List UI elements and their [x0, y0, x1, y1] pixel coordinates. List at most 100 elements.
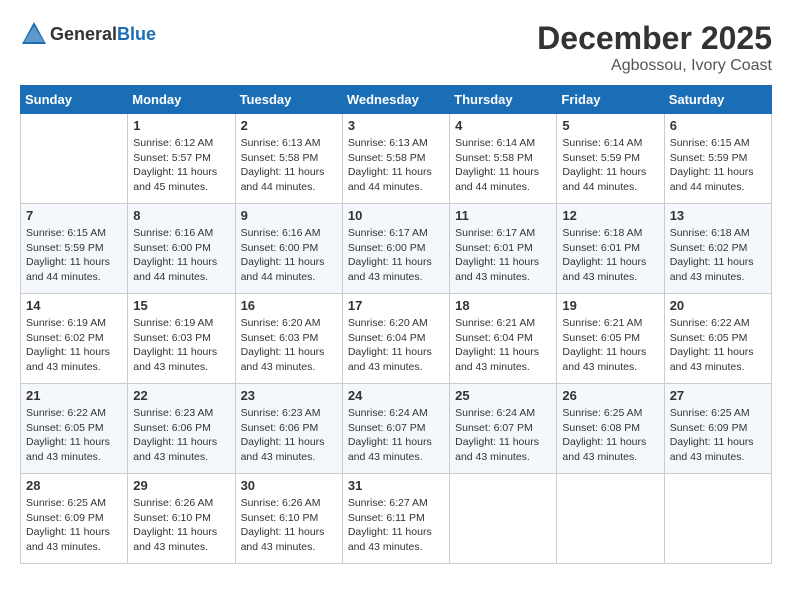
day-info: Sunrise: 6:14 AMSunset: 5:58 PMDaylight:… — [455, 136, 551, 195]
day-number: 5 — [562, 118, 658, 133]
calendar-cell: 25 Sunrise: 6:24 AMSunset: 6:07 PMDayligh… — [450, 384, 557, 474]
day-number: 16 — [241, 298, 337, 313]
calendar-header-friday: Friday — [557, 86, 664, 114]
calendar-cell: 27 Sunrise: 6:25 AMSunset: 6:09 PMDayligh… — [664, 384, 771, 474]
day-number: 20 — [670, 298, 766, 313]
day-number: 23 — [241, 388, 337, 403]
day-number: 29 — [133, 478, 229, 493]
calendar-cell — [21, 114, 128, 204]
calendar-cell — [664, 474, 771, 564]
day-number: 31 — [348, 478, 444, 493]
day-info: Sunrise: 6:18 AMSunset: 6:02 PMDaylight:… — [670, 226, 766, 285]
page-header: GeneralBlue December 2025 Agbossou, Ivor… — [20, 20, 772, 75]
calendar-week-1: 1 Sunrise: 6:12 AMSunset: 5:57 PMDaylight… — [21, 114, 772, 204]
day-number: 17 — [348, 298, 444, 313]
calendar-cell: 26Sunrise: 6:25 AMSunset: 6:08 PMDayligh… — [557, 384, 664, 474]
calendar-cell: 13 Sunrise: 6:18 AMSunset: 6:02 PMDayligh… — [664, 204, 771, 294]
day-info: Sunrise: 6:20 AMSunset: 6:03 PMDaylight:… — [241, 316, 337, 375]
day-number: 25 — [455, 388, 551, 403]
logo-general-text: General — [50, 24, 117, 44]
day-info: Sunrise: 6:14 AMSunset: 5:59 PMDaylight:… — [562, 136, 658, 195]
day-info: Sunrise: 6:22 AMSunset: 6:05 PMDaylight:… — [670, 316, 766, 375]
month-title: December 2025 — [537, 20, 772, 57]
day-info: Sunrise: 6:26 AMSunset: 6:10 PMDaylight:… — [241, 496, 337, 555]
calendar-cell: 24Sunrise: 6:24 AMSunset: 6:07 PMDayligh… — [342, 384, 449, 474]
calendar-cell: 17 Sunrise: 6:20 AMSunset: 6:04 PMDayligh… — [342, 294, 449, 384]
location-title: Agbossou, Ivory Coast — [537, 57, 772, 75]
day-info: Sunrise: 6:23 AMSunset: 6:06 PMDaylight:… — [133, 406, 229, 465]
day-number: 14 — [26, 298, 122, 313]
day-info: Sunrise: 6:26 AMSunset: 6:10 PMDaylight:… — [133, 496, 229, 555]
day-info: Sunrise: 6:21 AMSunset: 6:05 PMDaylight:… — [562, 316, 658, 375]
logo: GeneralBlue — [20, 20, 156, 48]
calendar-header-wednesday: Wednesday — [342, 86, 449, 114]
day-number: 7 — [26, 208, 122, 223]
day-info: Sunrise: 6:17 AMSunset: 6:00 PMDaylight:… — [348, 226, 444, 285]
day-number: 8 — [133, 208, 229, 223]
calendar-body: 1 Sunrise: 6:12 AMSunset: 5:57 PMDaylight… — [21, 114, 772, 564]
day-number: 22 — [133, 388, 229, 403]
day-number: 30 — [241, 478, 337, 493]
calendar-header-row: SundayMondayTuesdayWednesdayThursdayFrid… — [21, 86, 772, 114]
day-number: 3 — [348, 118, 444, 133]
day-number: 15 — [133, 298, 229, 313]
calendar-cell: 9Sunrise: 6:16 AMSunset: 6:00 PMDaylight… — [235, 204, 342, 294]
day-info: Sunrise: 6:21 AMSunset: 6:04 PMDaylight:… — [455, 316, 551, 375]
calendar-cell: 2 Sunrise: 6:13 AMSunset: 5:58 PMDaylight… — [235, 114, 342, 204]
day-info: Sunrise: 6:20 AMSunset: 6:04 PMDaylight:… — [348, 316, 444, 375]
calendar-cell: 7 Sunrise: 6:15 AMSunset: 5:59 PMDaylight… — [21, 204, 128, 294]
calendar-cell: 23 Sunrise: 6:23 AMSunset: 6:06 PMDayligh… — [235, 384, 342, 474]
day-number: 4 — [455, 118, 551, 133]
calendar-header-tuesday: Tuesday — [235, 86, 342, 114]
logo-blue-text: Blue — [117, 24, 156, 44]
day-info: Sunrise: 6:13 AMSunset: 5:58 PMDaylight:… — [348, 136, 444, 195]
calendar-cell: 8 Sunrise: 6:16 AMSunset: 6:00 PMDaylight… — [128, 204, 235, 294]
day-info: Sunrise: 6:24 AMSunset: 6:07 PMDaylight:… — [455, 406, 551, 465]
day-number: 2 — [241, 118, 337, 133]
day-number: 6 — [670, 118, 766, 133]
day-info: Sunrise: 6:25 AMSunset: 6:09 PMDaylight:… — [670, 406, 766, 465]
calendar-cell: 16 Sunrise: 6:20 AMSunset: 6:03 PMDayligh… — [235, 294, 342, 384]
day-info: Sunrise: 6:12 AMSunset: 5:57 PMDaylight:… — [133, 136, 229, 195]
day-number: 21 — [26, 388, 122, 403]
day-info: Sunrise: 6:23 AMSunset: 6:06 PMDaylight:… — [241, 406, 337, 465]
day-number: 9 — [241, 208, 337, 223]
day-info: Sunrise: 6:19 AMSunset: 6:02 PMDaylight:… — [26, 316, 122, 375]
day-info: Sunrise: 6:25 AMSunset: 6:08 PMDaylight:… — [562, 406, 658, 465]
calendar-cell: 12Sunrise: 6:18 AMSunset: 6:01 PMDayligh… — [557, 204, 664, 294]
logo-icon — [20, 20, 48, 48]
calendar-header-saturday: Saturday — [664, 86, 771, 114]
calendar-cell: 22 Sunrise: 6:23 AMSunset: 6:06 PMDayligh… — [128, 384, 235, 474]
day-number: 12 — [562, 208, 658, 223]
calendar-cell: 10Sunrise: 6:17 AMSunset: 6:00 PMDayligh… — [342, 204, 449, 294]
day-number: 1 — [133, 118, 229, 133]
day-number: 11 — [455, 208, 551, 223]
day-info: Sunrise: 6:15 AMSunset: 5:59 PMDaylight:… — [26, 226, 122, 285]
calendar-header-thursday: Thursday — [450, 86, 557, 114]
calendar-header-monday: Monday — [128, 86, 235, 114]
day-number: 13 — [670, 208, 766, 223]
day-info: Sunrise: 6:27 AMSunset: 6:11 PMDaylight:… — [348, 496, 444, 555]
calendar-cell: 15Sunrise: 6:19 AMSunset: 6:03 PMDayligh… — [128, 294, 235, 384]
day-info: Sunrise: 6:25 AMSunset: 6:09 PMDaylight:… — [26, 496, 122, 555]
calendar-cell: 31 Sunrise: 6:27 AMSunset: 6:11 PMDayligh… — [342, 474, 449, 564]
day-info: Sunrise: 6:16 AMSunset: 6:00 PMDaylight:… — [133, 226, 229, 285]
calendar-cell — [450, 474, 557, 564]
calendar-cell: 11 Sunrise: 6:17 AMSunset: 6:01 PMDayligh… — [450, 204, 557, 294]
day-info: Sunrise: 6:22 AMSunset: 6:05 PMDaylight:… — [26, 406, 122, 465]
calendar-cell: 18Sunrise: 6:21 AMSunset: 6:04 PMDayligh… — [450, 294, 557, 384]
day-info: Sunrise: 6:24 AMSunset: 6:07 PMDaylight:… — [348, 406, 444, 465]
calendar-table: SundayMondayTuesdayWednesdayThursdayFrid… — [20, 85, 772, 564]
day-info: Sunrise: 6:17 AMSunset: 6:01 PMDaylight:… — [455, 226, 551, 285]
calendar-cell: 6 Sunrise: 6:15 AMSunset: 5:59 PMDaylight… — [664, 114, 771, 204]
day-number: 27 — [670, 388, 766, 403]
calendar-cell: 4 Sunrise: 6:14 AMSunset: 5:58 PMDaylight… — [450, 114, 557, 204]
day-info: Sunrise: 6:15 AMSunset: 5:59 PMDaylight:… — [670, 136, 766, 195]
day-info: Sunrise: 6:13 AMSunset: 5:58 PMDaylight:… — [241, 136, 337, 195]
calendar-cell: 30 Sunrise: 6:26 AMSunset: 6:10 PMDayligh… — [235, 474, 342, 564]
calendar-cell: 1 Sunrise: 6:12 AMSunset: 5:57 PMDaylight… — [128, 114, 235, 204]
calendar-cell: 14 Sunrise: 6:19 AMSunset: 6:02 PMDayligh… — [21, 294, 128, 384]
title-area: December 2025 Agbossou, Ivory Coast — [537, 20, 772, 75]
day-number: 19 — [562, 298, 658, 313]
day-number: 28 — [26, 478, 122, 493]
